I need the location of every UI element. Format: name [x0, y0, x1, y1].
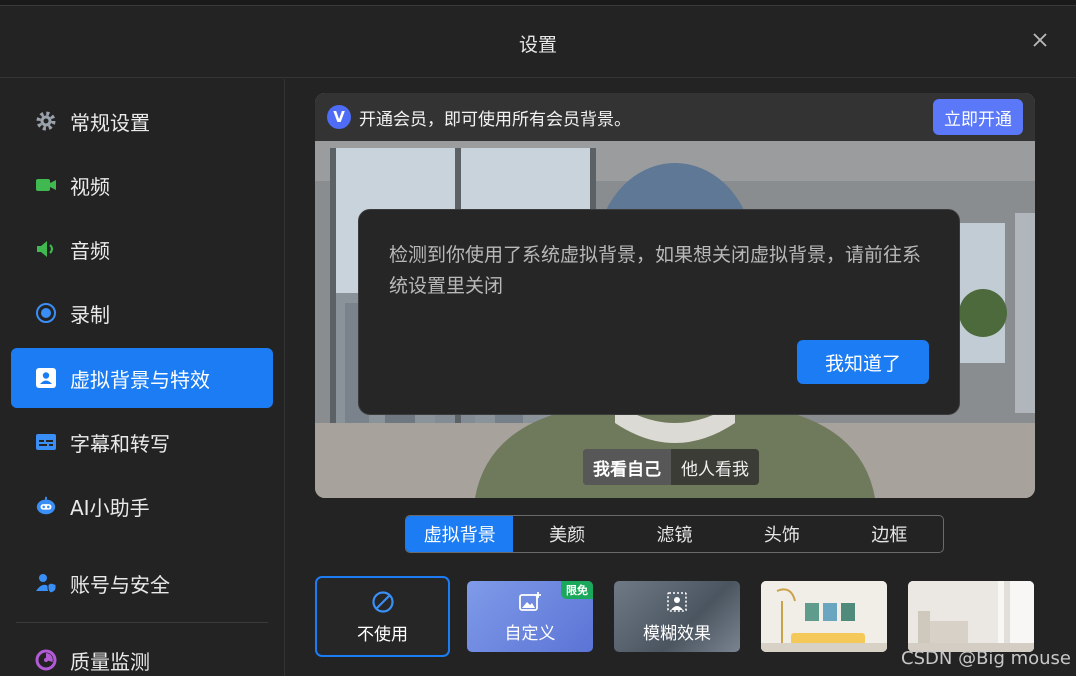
portrait-icon	[35, 367, 57, 389]
sidebar-item-virtual-background[interactable]: 虚拟背景与特效	[11, 348, 273, 408]
sidebar-item-account-security[interactable]: 账号与安全	[11, 553, 273, 613]
prohibit-icon	[317, 590, 448, 614]
sidebar-item-label: 质量监测	[70, 649, 150, 674]
system-background-dialog: 检测到你使用了系统虚拟背景，如果想关闭虚拟背景，请前往系统设置里关闭 我知道了	[358, 209, 960, 415]
settings-sidebar: 常规设置 视频 音频 录制 虚拟背景与特效 字幕和转写 AI小助手 账号与安全 …	[0, 79, 285, 676]
living-room-thumbnail	[761, 581, 887, 652]
dialog-confirm-button[interactable]: 我知道了	[797, 340, 929, 384]
dialog-message: 检测到你使用了系统虚拟背景，如果想关闭虚拟背景，请前往系统设置里关闭	[389, 244, 922, 297]
background-custom-label: 自定义	[504, 624, 556, 644]
close-icon	[1033, 33, 1047, 47]
view-self-option[interactable]: 我看自己	[583, 449, 671, 485]
background-none-label: 不使用	[357, 625, 408, 645]
sidebar-item-label: 视频	[70, 174, 110, 199]
monitor-icon	[35, 649, 57, 671]
sidebar-item-label: 虚拟背景与特效	[70, 367, 210, 392]
sidebar-item-general[interactable]: 常规设置	[11, 91, 273, 151]
csdn-watermark: CSDN @Big mouse	[901, 648, 1071, 669]
background-living-room-option[interactable]	[761, 581, 887, 652]
bedroom-thumbnail	[908, 581, 1034, 652]
background-bedroom-option[interactable]	[908, 581, 1034, 652]
sidebar-item-label: AI小助手	[70, 495, 150, 520]
tab-beauty[interactable]: 美颜	[513, 516, 620, 552]
view-mode-toggle: 我看自己 他人看我	[583, 449, 759, 485]
sidebar-item-audio[interactable]: 音频	[11, 219, 273, 279]
caption-icon	[35, 431, 57, 453]
window-title: 设置	[518, 34, 557, 56]
background-none-option[interactable]: 不使用	[315, 576, 450, 657]
sidebar-item-ai-assistant[interactable]: AI小助手	[11, 476, 273, 536]
sidebar-item-label: 账号与安全	[70, 572, 170, 597]
background-custom-option[interactable]: 限免 自定义	[467, 581, 593, 652]
camera-icon	[35, 174, 57, 196]
add-image-icon	[467, 591, 593, 613]
sidebar-item-video[interactable]: 视频	[11, 155, 273, 215]
background-blur-label: 模糊效果	[643, 624, 711, 644]
blur-person-icon	[614, 591, 740, 613]
vip-banner-text: 开通会员，即可使用所有会员背景。	[359, 109, 631, 130]
vip-logo-icon: V	[327, 105, 351, 129]
tab-headwear[interactable]: 头饰	[728, 516, 835, 552]
effect-tabs: 虚拟背景 美颜 滤镜 头饰 边框	[405, 515, 944, 553]
sidebar-item-captions[interactable]: 字幕和转写	[11, 412, 273, 472]
robot-icon	[35, 495, 57, 517]
vip-activate-button[interactable]: 立即开通	[933, 99, 1023, 135]
title-bar: 设置	[0, 6, 1076, 78]
sidebar-item-label: 字幕和转写	[70, 431, 170, 456]
user-shield-icon	[35, 572, 57, 594]
tab-frame[interactable]: 边框	[836, 516, 943, 552]
sidebar-divider	[16, 622, 268, 623]
speaker-icon	[35, 238, 57, 260]
record-icon	[35, 302, 57, 324]
vip-banner: V 开通会员，即可使用所有会员背景。 立即开通	[315, 93, 1035, 141]
tab-virtual-background[interactable]: 虚拟背景	[406, 516, 514, 552]
close-button[interactable]	[1026, 26, 1054, 54]
view-others-option[interactable]: 他人看我	[671, 449, 759, 485]
sidebar-item-label: 音频	[70, 238, 110, 263]
camera-preview: V 开通会员，即可使用所有会员背景。 立即开通 检测到你使用了系统虚拟背景，如果…	[315, 93, 1035, 498]
gear-icon	[35, 110, 57, 132]
tab-filter[interactable]: 滤镜	[621, 516, 728, 552]
sidebar-item-record[interactable]: 录制	[11, 283, 273, 343]
sidebar-item-label: 常规设置	[70, 110, 150, 135]
sidebar-item-label: 录制	[70, 302, 110, 327]
background-blur-option[interactable]: 模糊效果	[614, 581, 740, 652]
sidebar-item-quality-monitor[interactable]: 质量监测	[11, 630, 273, 676]
